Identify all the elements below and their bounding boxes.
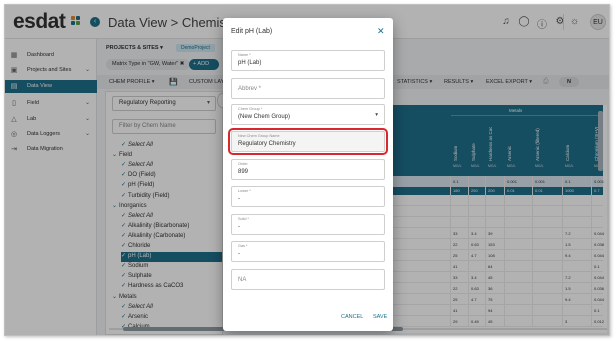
field-value: 899: [238, 169, 249, 175]
field-value: -: [238, 196, 240, 202]
dialog-title: Edit pH (Lab): [231, 28, 273, 35]
field-value: pH (Lab): [238, 60, 262, 66]
name-field[interactable]: Name * pH (Lab): [231, 50, 385, 71]
chevron-down-icon: ▾: [375, 112, 378, 118]
cancel-button[interactable]: CANCEL: [341, 314, 363, 320]
lower-field[interactable]: Lower * -: [231, 186, 385, 207]
new-chem-group-name-field[interactable]: New Chem Group Name Regulatory Chemistry: [228, 128, 388, 155]
abbrev-field[interactable]: Abbrev *: [231, 78, 385, 99]
field-placeholder: Abbrev *: [238, 86, 262, 92]
close-icon[interactable]: ✕: [377, 26, 385, 37]
field-value: Regulatory Chemistry: [238, 141, 296, 147]
field-value: -: [238, 251, 240, 257]
solid-field[interactable]: Solid * -: [231, 214, 385, 235]
app-window: esdat ‹ Data View > Chemistry Tab ♫ ◯ ⓘ …: [4, 4, 610, 336]
edit-chemical-dialog: Edit pH (Lab) ✕ Name * pH (Lab) Abbrev *…: [223, 18, 393, 331]
field-label: Lower *: [238, 189, 251, 193]
field-value: (New Chem Group): [238, 114, 291, 120]
field-label: Chem Group *: [238, 107, 263, 111]
chem-group-select[interactable]: Chem Group * (New Chem Group) ▾: [231, 104, 385, 125]
field-label: Order: [238, 162, 248, 166]
field-value: -: [238, 224, 240, 230]
order-field[interactable]: Order 899: [231, 159, 385, 180]
field-label: Solid *: [238, 217, 249, 221]
save-button[interactable]: SAVE: [373, 314, 387, 320]
gas-field[interactable]: Gas * -: [231, 241, 385, 262]
na-field[interactable]: NA: [231, 269, 385, 290]
field-label: Gas *: [238, 244, 248, 248]
field-label: New Chem Group Name: [238, 134, 280, 138]
field-label: Name *: [238, 53, 251, 57]
field-placeholder: NA: [238, 277, 247, 283]
